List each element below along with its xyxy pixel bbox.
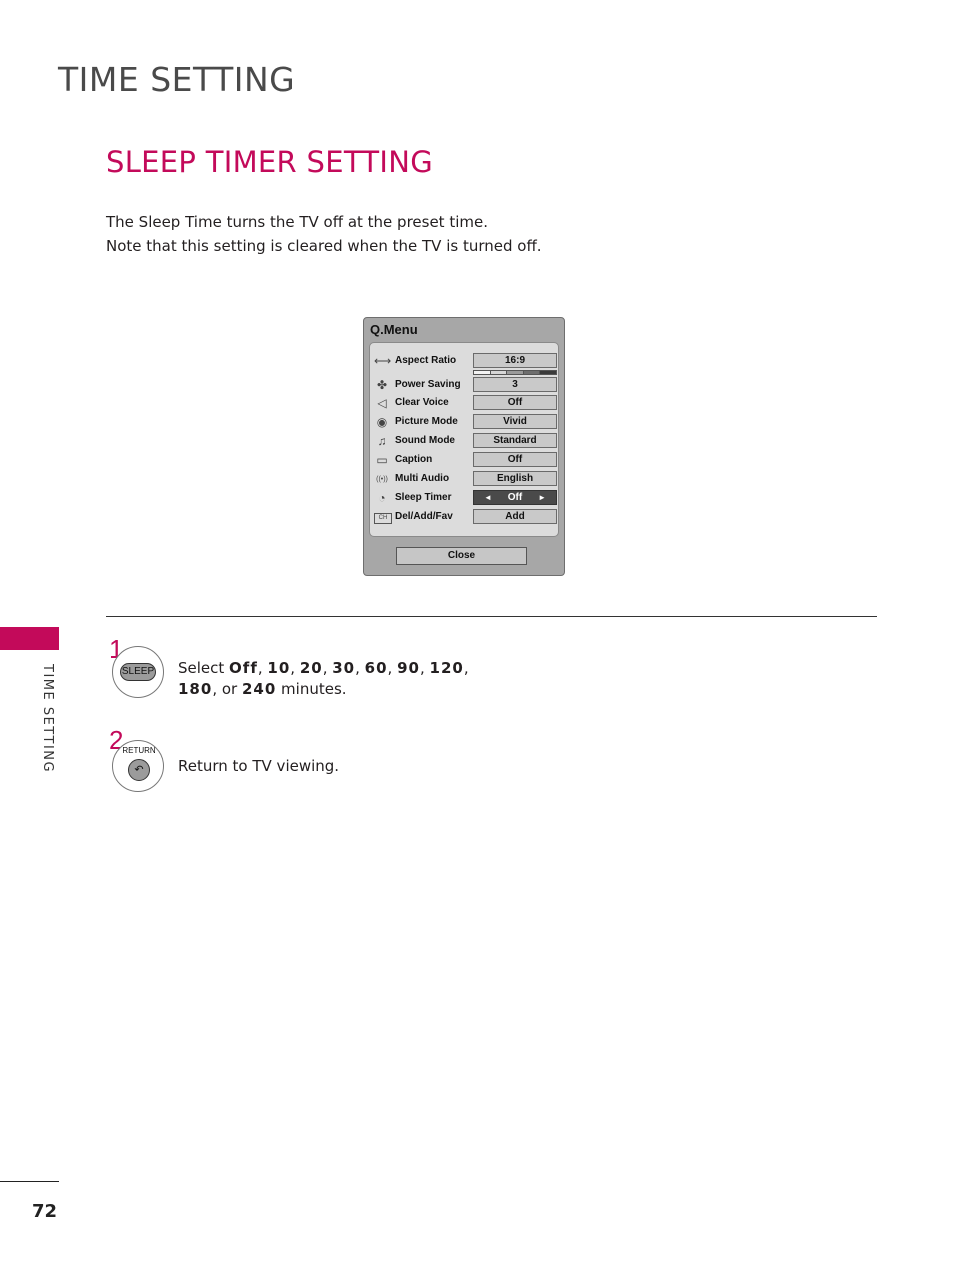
qmenu-item-value[interactable]: ◄ Off ► (473, 490, 557, 505)
qmenu-item-value[interactable]: 16:9 (473, 353, 557, 368)
level-segment (523, 371, 540, 374)
qmenu-item-label: Sound Mode (395, 435, 455, 446)
step-2-text: Return to TV viewing. (178, 757, 340, 775)
multi-audio-icon: ((•)) (376, 476, 388, 483)
sleep-option: 120 (429, 659, 464, 677)
chapter-side-label: TIME SETTING (40, 664, 55, 774)
level-segment (474, 371, 490, 374)
sleep-option: 90 (397, 659, 420, 677)
clear-voice-icon: ◁ (377, 396, 387, 410)
page-title: TIME SETTING (58, 60, 296, 99)
return-icon: ↶ (128, 759, 150, 781)
power-saving-level-bar (473, 370, 557, 375)
qmenu-item-value[interactable]: Standard (473, 433, 557, 448)
qmenu-item-aspect-ratio[interactable]: ⟷ Aspect Ratio 16:9 (370, 353, 558, 371)
section-title: SLEEP TIMER SETTING (106, 145, 433, 179)
intro-text: The Sleep Time turns the TV off at the p… (106, 210, 542, 258)
qmenu-item-value[interactable]: Vivid (473, 414, 557, 429)
qmenu-item-label: Power Saving (395, 379, 461, 390)
sleep-option: 60 (364, 659, 388, 677)
qmenu-item-multi-audio[interactable]: ((•)) Multi Audio English (370, 471, 558, 489)
step-text-fragment: , (322, 659, 333, 677)
qmenu-item-del-add-fav[interactable]: CH Del/Add/Fav Add (370, 509, 558, 527)
sleep-option: Off (229, 659, 258, 677)
qmenu-panel: ⟷ Aspect Ratio 16:9 ✤ Power Saving 3 ◁ Clear Vo… (369, 342, 559, 537)
qmenu-item-sound-mode[interactable]: ♫ Sound Mode Standard (370, 433, 558, 451)
sleep-option: 180 (178, 680, 213, 698)
page-number: 72 (32, 1201, 58, 1222)
qmenu-item-label: Clear Voice (395, 397, 449, 408)
step-1-text: Select Off, 10, 20, 30, 60, 90, 120, 180… (178, 658, 469, 700)
qmenu-item-value[interactable]: English (473, 471, 557, 486)
arrow-left-icon[interactable]: ◄ (484, 491, 492, 504)
qmenu-item-value[interactable]: 3 (473, 377, 557, 392)
channel-fav-icon: CH (374, 513, 392, 524)
level-segment (507, 371, 523, 374)
close-button[interactable]: Close (396, 547, 527, 565)
qmenu-item-label: Sleep Timer (395, 492, 452, 503)
step-text-fragment: Select (178, 659, 230, 677)
qmenu-item-label: Aspect Ratio (395, 355, 457, 366)
step-text-fragment: , (257, 659, 268, 677)
step-text-fragment: minutes. (276, 680, 347, 698)
picture-mode-icon: ◉ (376, 415, 388, 429)
qmenu-item-caption[interactable]: ▭ Caption Off (370, 452, 558, 470)
arrow-right-icon[interactable]: ► (538, 491, 546, 504)
sleep-timer-icon: ◔ (378, 491, 386, 505)
step-text-fragment: , (463, 659, 469, 677)
footer-rule (0, 1181, 59, 1182)
level-segment (540, 371, 556, 374)
selected-value: Off (507, 492, 523, 503)
qmenu-item-label: Del/Add/Fav (395, 511, 453, 522)
qmenu-title: Q.Menu (370, 322, 418, 337)
aspect-ratio-icon: ⟷ (374, 354, 392, 368)
step-text-fragment: , (419, 659, 430, 677)
qmenu-item-label: Caption (395, 454, 433, 465)
sleep-key: SLEEP (120, 663, 156, 681)
sleep-option: 240 (241, 680, 277, 698)
sleep-button-illustration: SLEEP (112, 646, 164, 698)
step-text-fragment: , or (212, 680, 242, 698)
sleep-option: 30 (332, 659, 356, 677)
step-text-fragment: , (290, 659, 300, 677)
sleep-option: 20 (299, 659, 323, 677)
divider (106, 616, 877, 617)
sound-mode-icon: ♫ (377, 434, 387, 448)
caption-icon: ▭ (376, 453, 388, 467)
level-segment (490, 371, 507, 374)
qmenu-item-label: Picture Mode (395, 416, 458, 427)
qmenu-item-label: Multi Audio (395, 473, 450, 484)
step-text-fragment: , (387, 659, 398, 677)
return-key-label: RETURN (122, 746, 156, 755)
chapter-tab (0, 627, 59, 650)
intro-line: Note that this setting is cleared when t… (106, 237, 542, 255)
step-text-fragment: , (355, 659, 365, 677)
qmenu-window: Q.Menu ⟷ Aspect Ratio 16:9 ✤ Power Saving 3 ◁ C… (363, 317, 565, 576)
return-button-illustration: RETURN ↶ (112, 740, 164, 792)
sleep-option: 10 (267, 659, 291, 677)
qmenu-item-value[interactable]: Add (473, 509, 557, 524)
qmenu-item-clear-voice[interactable]: ◁ Clear Voice Off (370, 395, 558, 413)
qmenu-item-picture-mode[interactable]: ◉ Picture Mode Vivid (370, 414, 558, 432)
qmenu-item-value[interactable]: Off (473, 395, 557, 410)
power-saving-icon: ✤ (376, 378, 388, 392)
qmenu-item-sleep-timer[interactable]: ◔ Sleep Timer ◄ Off ► (370, 490, 558, 508)
qmenu-item-power-saving[interactable]: ✤ Power Saving 3 (370, 370, 558, 395)
qmenu-item-value[interactable]: Off (473, 452, 557, 467)
intro-line: The Sleep Time turns the TV off at the p… (106, 213, 488, 231)
